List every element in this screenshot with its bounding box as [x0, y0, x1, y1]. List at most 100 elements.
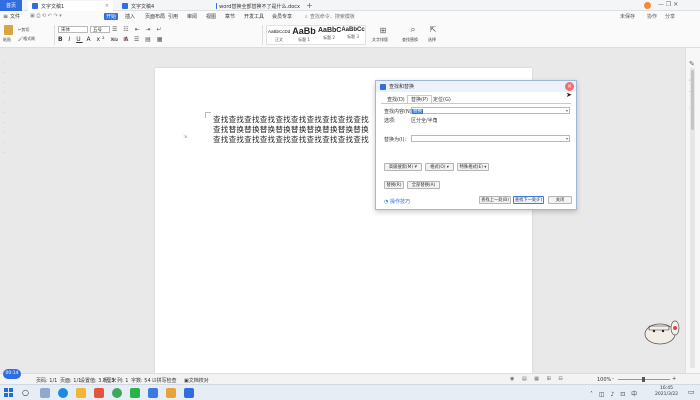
cut-button[interactable]: ✂剪切: [18, 27, 29, 33]
menu-item-start[interactable]: 开始: [104, 13, 119, 20]
style-heading-3[interactable]: AaBbCc 标题 3: [341, 26, 365, 40]
window-controls[interactable]: — ❐ ✕: [658, 1, 678, 8]
font-size-select[interactable]: 五号: [90, 26, 110, 33]
style-normal[interactable]: AaBbCcDd 正文: [268, 26, 290, 43]
scrollbar-thumb[interactable]: [691, 70, 694, 130]
replace-all-button[interactable]: 全部替换(A): [407, 181, 440, 189]
tab-replace[interactable]: 替换(P): [407, 95, 432, 103]
style-heading-1[interactable]: AaBb 标题 1: [292, 26, 316, 43]
menu-item-layout[interactable]: 页面布局: [145, 13, 165, 20]
menu-item-view[interactable]: 视图: [206, 13, 216, 20]
share-button[interactable]: 分享: [665, 13, 675, 20]
quick-access-icons[interactable]: ▣ ⎙ ⟲ ↶ ↷ ▾: [30, 13, 62, 19]
zoom-out-button[interactable]: -: [612, 376, 614, 382]
collab-button[interactable]: 协作: [647, 13, 657, 20]
zoom-level[interactable]: 100%: [597, 377, 611, 383]
paragraph-buttons[interactable]: ☰ ☷ ⇤ ⇥ ↵: [112, 26, 163, 33]
menu-item-label: 插入: [125, 14, 136, 20]
status-column[interactable]: 列: 1: [117, 377, 128, 384]
dialog-title-bar[interactable]: 查找和替换: [376, 81, 576, 92]
document-tab-1[interactable]: 文字文稿1 ×: [28, 1, 113, 11]
select-button[interactable]: 选择: [428, 37, 436, 43]
find-previous-button[interactable]: 查找上一处(B): [479, 196, 511, 204]
style-label: 标题 3: [347, 34, 359, 39]
font-name-select[interactable]: 宋体: [58, 26, 88, 33]
menu-item-member[interactable]: 会员专享: [272, 13, 292, 20]
avatar[interactable]: [644, 2, 651, 9]
menu-item-chapter[interactable]: 章节: [225, 13, 235, 20]
paragraph-handle-icon[interactable]: ⇲: [183, 134, 187, 140]
command-search[interactable]: ⌕ 查找命令、搜索模板: [305, 13, 355, 21]
alignment-buttons[interactable]: ≡ ≣ ☰ ▤ ▦: [112, 36, 164, 43]
zoom-in-button[interactable]: +: [672, 376, 676, 382]
status-pages[interactable]: 页面: 1/1: [60, 377, 81, 384]
menu-item-reference[interactable]: 引用: [168, 13, 178, 20]
advanced-search-button[interactable]: 高级搜索(M) ¥: [384, 163, 422, 171]
button-label: 替换(R): [386, 183, 402, 188]
menu-item-developer[interactable]: 开发工具: [244, 13, 264, 20]
find-content-input[interactable]: 替换 ▾: [411, 107, 570, 114]
close-icon[interactable]: ×: [567, 83, 572, 90]
menu-item-review[interactable]: 审阅: [187, 13, 197, 20]
status-row[interactable]: 行: 3: [103, 377, 114, 384]
tab-goto[interactable]: 定位(G): [430, 95, 454, 103]
app-icon[interactable]: [112, 388, 122, 398]
format-button[interactable]: 格式(O) ▾: [425, 163, 454, 171]
status-bar: 页码: 1/1 页面: 1/1 设置值: 3.8厘米 行: 3 列: 1 字数:…: [0, 373, 700, 384]
wps-office-icon[interactable]: [184, 388, 194, 398]
status-page[interactable]: 页码: 1/1: [36, 377, 57, 384]
zoom-slider-handle[interactable]: [642, 377, 645, 382]
find-next-button[interactable]: 查找下一处(F): [513, 196, 544, 204]
wechat-icon[interactable]: [130, 388, 140, 398]
style-heading-2[interactable]: AaBbC 标题 2: [318, 26, 341, 41]
find-replace-icon[interactable]: ⌕: [406, 25, 420, 35]
tips-link[interactable]: ◔ 操作技巧: [384, 198, 410, 205]
document-tab-3[interactable]: word替换全部替换不了是什么.docx: [212, 1, 304, 11]
text-tools-icon[interactable]: ⊞: [376, 26, 390, 35]
replace-with-input[interactable]: ▾: [411, 135, 570, 142]
cursor-icon[interactable]: ⇱: [428, 25, 438, 34]
app-icon[interactable]: [148, 388, 158, 398]
unsaved-status[interactable]: 未保存: [620, 13, 635, 20]
format-painter-button[interactable]: 🖌格式刷: [18, 36, 35, 42]
paste-button[interactable]: 粘贴: [3, 37, 11, 43]
clock[interactable]: 16:45 2021/3/22: [655, 386, 678, 398]
document-line[interactable]: 查找查找查找查找查找查找查找查找查找查找: [213, 134, 369, 145]
windows-start-icon[interactable]: [4, 388, 13, 397]
notification-icon[interactable]: ▭: [688, 388, 695, 396]
file-explorer-icon[interactable]: [76, 388, 86, 398]
replace-button[interactable]: 替换(R): [384, 181, 404, 189]
text-tools-button[interactable]: 文字排版: [372, 37, 388, 43]
status-word-count[interactable]: 字数: 54: [131, 377, 151, 384]
paste-icon[interactable]: [4, 25, 13, 35]
chevron-down-icon[interactable]: ▾: [566, 136, 568, 141]
view-mode-buttons[interactable]: ◉ ▤ ▦ ⊞ ⊟: [510, 376, 566, 382]
document-tab-2[interactable]: 文字文稿4: [118, 1, 208, 11]
home-tab[interactable]: 首页: [0, 0, 22, 11]
edit-icon[interactable]: ✎: [689, 60, 695, 68]
app-icon[interactable]: [94, 388, 104, 398]
file-menu[interactable]: ≡ 文件: [3, 13, 20, 20]
edge-browser-icon[interactable]: [58, 388, 68, 398]
style-label: 标题 2: [323, 35, 335, 40]
find-replace-button[interactable]: 查找替换: [402, 37, 418, 43]
vertical-scrollbar[interactable]: [690, 68, 695, 368]
tab-find[interactable]: 查找(D): [384, 95, 408, 103]
spell-check-toggle[interactable]: ☑拼写检查: [152, 377, 177, 384]
search-icon[interactable]: ○: [22, 388, 29, 397]
proofread-button[interactable]: ▣文档校对: [184, 377, 209, 384]
app-icon[interactable]: [166, 388, 176, 398]
share-label: 分享: [665, 14, 676, 20]
tab-label: 查找(D): [387, 96, 405, 103]
task-view-icon[interactable]: [40, 388, 50, 398]
special-format-button[interactable]: 特殊格式(E) ▾: [457, 163, 489, 171]
menu-item-insert[interactable]: 插入: [125, 13, 135, 20]
new-tab-button[interactable]: +: [306, 1, 313, 10]
timer-badge[interactable]: 00:14: [3, 369, 21, 379]
close-tab-icon[interactable]: ×: [105, 3, 109, 9]
close-dialog-button[interactable]: 关闭: [548, 196, 572, 204]
dialog-close-button[interactable]: ×: [565, 82, 574, 91]
add-tab-icon[interactable]: +: [306, 1, 313, 10]
chevron-down-icon[interactable]: ▾: [566, 108, 568, 113]
system-tray-icons[interactable]: ˄ ◫ ♪ ⊡ 中: [590, 389, 639, 398]
